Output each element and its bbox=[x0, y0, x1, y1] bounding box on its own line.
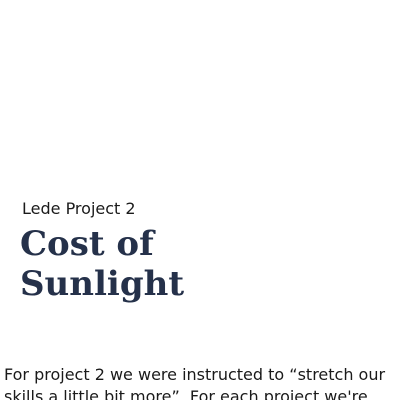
page-title-line-2: Sunlight bbox=[20, 264, 185, 304]
page-title: Cost of Sunlight bbox=[20, 224, 184, 304]
article-intro-line-2: skills a little bit more”. For each proj… bbox=[4, 387, 368, 400]
article-intro-line-1: For project 2 we were instructed to “str… bbox=[4, 365, 386, 384]
page-title-line-1: Cost of bbox=[20, 224, 154, 264]
project-label: Lede Project 2 bbox=[22, 199, 136, 218]
article-intro-paragraph: For project 2 we were instructed to “str… bbox=[4, 364, 400, 400]
article-page: Lede Project 2 Cost of Sunlight For proj… bbox=[0, 0, 400, 400]
